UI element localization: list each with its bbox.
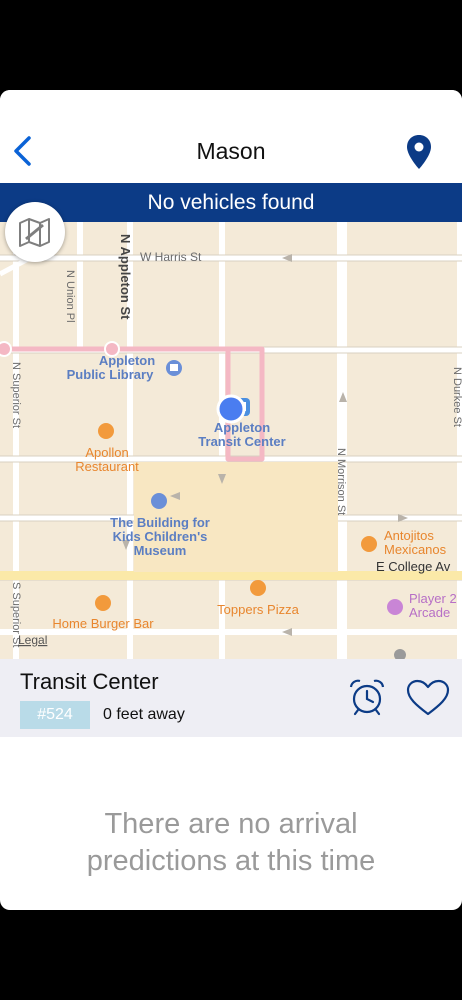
no-predictions-line2: predictions at this time [86, 845, 376, 877]
poi-museum-line1: The Building for [110, 515, 210, 530]
alarm-clock-icon [349, 679, 385, 716]
poi-toppers: Toppers Pizza [217, 602, 299, 617]
map-icon [19, 218, 50, 247]
poi-library-line2: Public Library [67, 367, 154, 382]
street-label-college: E College Av [376, 559, 451, 574]
restaurant-icon [95, 595, 111, 611]
street-label-durkee: N Durkee St [451, 367, 462, 427]
restaurant-icon [361, 536, 377, 552]
street-label-appleton: N Appleton St [118, 234, 133, 320]
poi-apollon-line1: Apollon [85, 445, 128, 460]
map-view[interactable]: W Harris St N Appleton St N Union Pl N S… [0, 222, 462, 659]
poi-transit-line1: Appleton [214, 420, 270, 435]
favorite-button[interactable] [406, 679, 450, 717]
street-label-superior-n: N Superior St [10, 362, 22, 428]
street-label-harris: W Harris St [140, 250, 202, 264]
vehicle-status-banner: No vehicles found [0, 183, 462, 222]
page-title: Mason [196, 138, 266, 164]
legal-link: Legal [18, 633, 47, 647]
heart-icon [406, 679, 450, 716]
street-label-union: N Union Pl [64, 270, 76, 323]
poi-apollon-line2: Restaurant [75, 459, 139, 474]
pizza-icon [250, 580, 266, 596]
poi-library-line1: Appleton [99, 353, 155, 368]
route-badge: #524 [20, 701, 90, 729]
street-label-morrison: N Morrison St [335, 448, 347, 515]
poi-museum-line3: Museum [134, 543, 187, 558]
museum-icon [151, 493, 167, 509]
poi-homeburger: Home Burger Bar [52, 616, 154, 631]
poi-museum-line2: Kids Children's [113, 529, 208, 544]
navigation-bar: Mason [0, 90, 462, 183]
map-toggle-button[interactable] [5, 202, 65, 262]
bar-icon [387, 599, 403, 615]
user-location-dot [216, 394, 246, 424]
locate-button[interactable] [406, 134, 432, 170]
poi-antojitos-line2: Mexicanos [384, 542, 447, 557]
no-predictions-message: There are no arrival predictions at this… [0, 806, 462, 880]
poi-antojitos-line1: Antojitos [384, 528, 434, 543]
stop-detail-card: Mason No vehicles found W Harris St N Ap… [0, 90, 462, 910]
stop-info-bar: Transit Center #524 0 feet away [0, 659, 462, 737]
stop-distance: 0 feet away [103, 706, 185, 723]
map-canvas: W Harris St N Appleton St N Union Pl N S… [0, 222, 462, 659]
map-pin-icon [407, 135, 431, 169]
poi-player2-line2: Arcade [409, 605, 450, 620]
poi-player2-line1: Player 2 [409, 591, 457, 606]
stop-name: Transit Center [20, 669, 159, 694]
no-predictions-line1: There are no arrival [104, 808, 358, 840]
restaurant-icon [98, 423, 114, 439]
alarm-button[interactable] [347, 677, 387, 717]
poi-transit-line2: Transit Center [198, 434, 285, 449]
